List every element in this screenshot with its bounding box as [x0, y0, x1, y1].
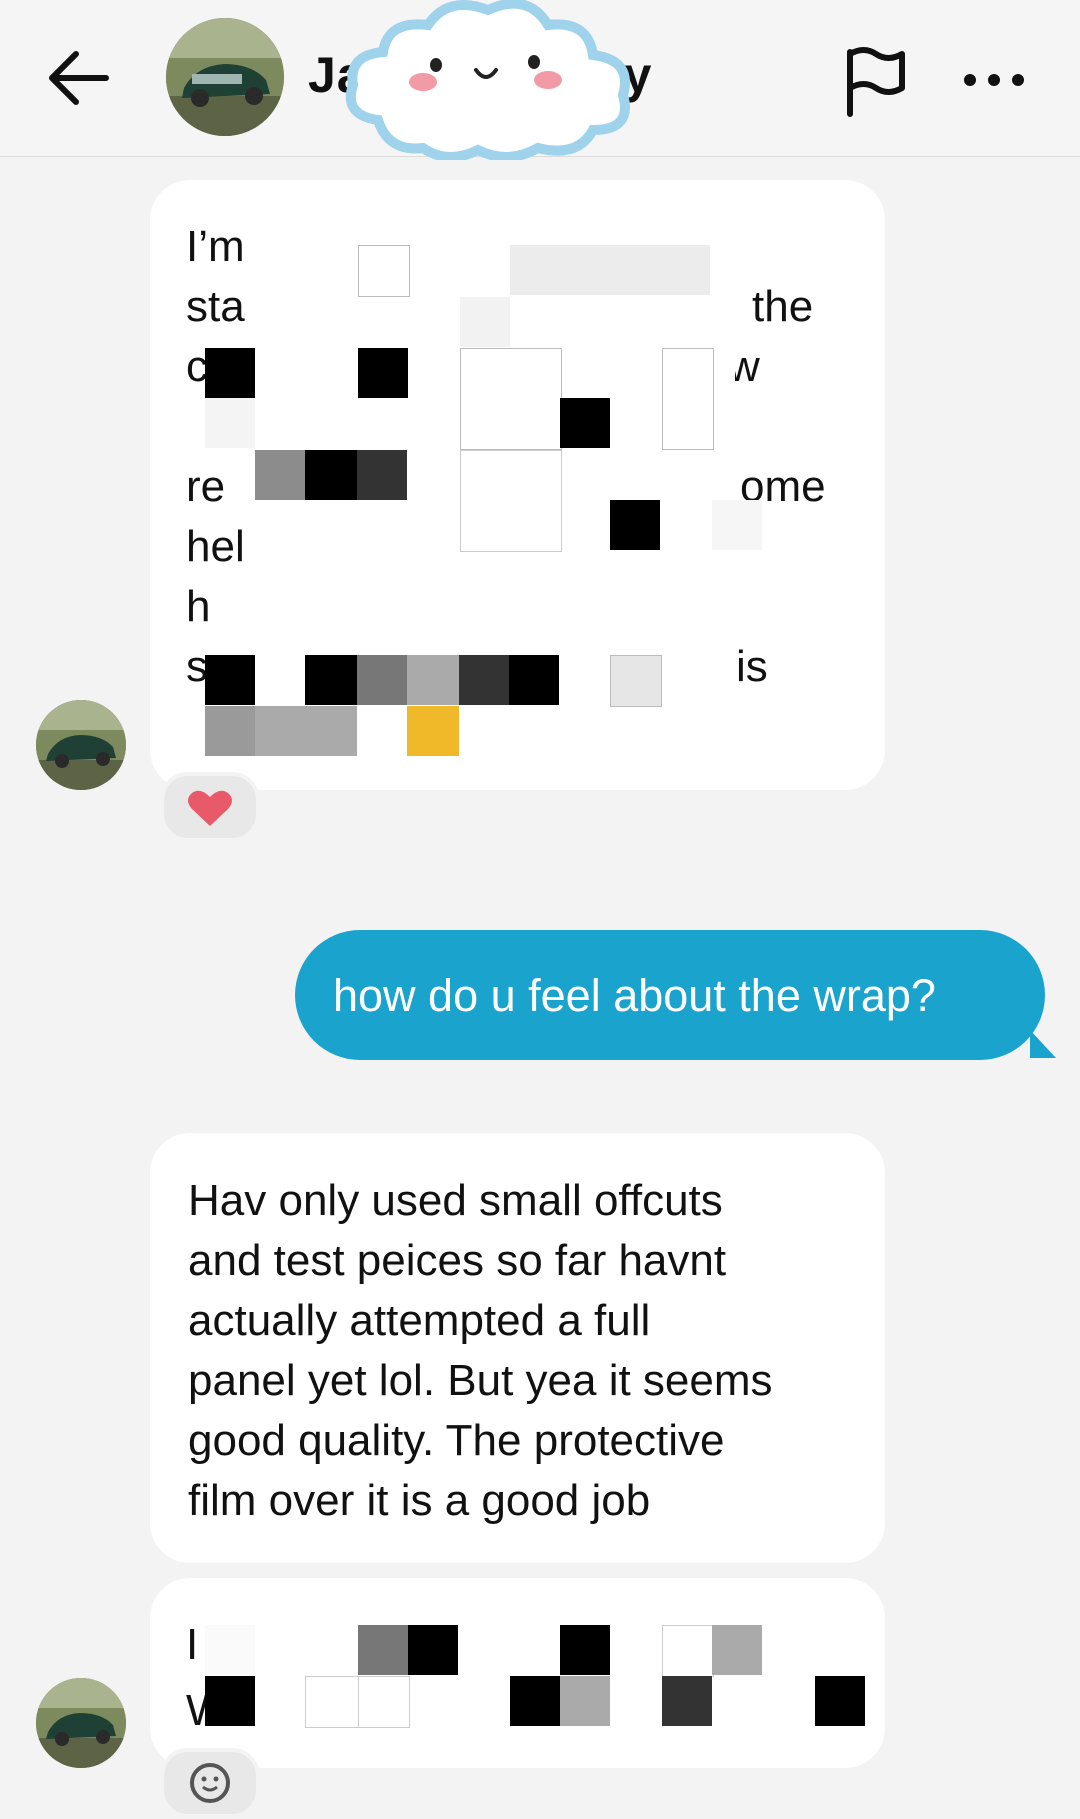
- message-fragment: hel: [186, 522, 245, 571]
- incoming-message-bubble[interactable]: Hav only used small offcuts and test pei…: [150, 1133, 885, 1563]
- more-horizontal-icon[interactable]: [962, 68, 1026, 92]
- bubble-tail: [1030, 1030, 1056, 1058]
- heart-icon: [188, 790, 232, 826]
- sender-avatar[interactable]: [36, 1678, 126, 1768]
- message-fragment: the: [752, 282, 814, 331]
- arrow-left-icon[interactable]: [44, 38, 116, 118]
- cloud-face-sticker: [345, 0, 630, 160]
- message-fragment: re: [186, 462, 226, 511]
- smiley-icon: [190, 1763, 230, 1803]
- sender-avatar[interactable]: [36, 700, 126, 790]
- reaction-smiley[interactable]: [160, 1748, 260, 1818]
- chat-header: Ja y: [0, 0, 1080, 160]
- incoming-message-text: Hav only used small offcuts and test pei…: [188, 1176, 773, 1525]
- message-fragment: I’m: [186, 222, 245, 271]
- outgoing-message-bubble[interactable]: how do u feel about the wrap?: [295, 930, 1045, 1060]
- reaction-heart[interactable]: [160, 772, 260, 842]
- contact-avatar[interactable]: [166, 18, 284, 136]
- message-fragment: is: [736, 642, 768, 691]
- incoming-message-bubble[interactable]: [150, 1578, 885, 1768]
- outgoing-message-text: how do u feel about the wrap?: [333, 970, 936, 1021]
- message-fragment: I: [186, 1620, 199, 1669]
- message-fragment: sta: [186, 282, 245, 331]
- message-fragment: h: [186, 582, 211, 631]
- flag-icon[interactable]: [840, 46, 910, 118]
